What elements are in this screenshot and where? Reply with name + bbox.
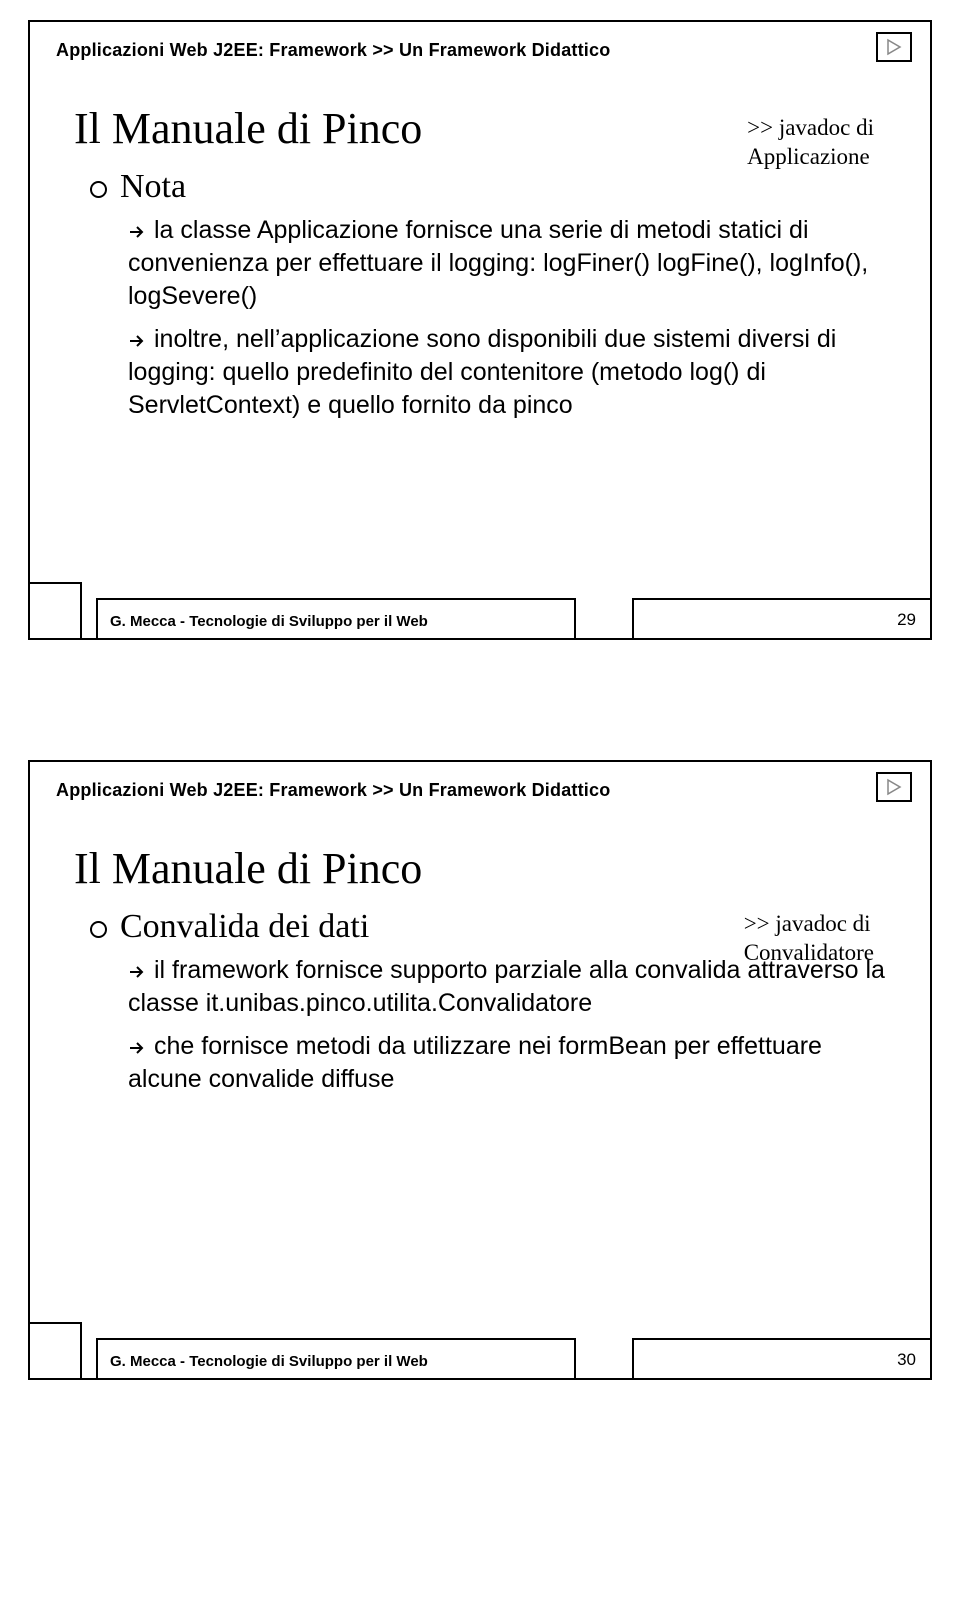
circle-bullet-icon — [90, 168, 120, 206]
bullet-l2-b-text: che fornisce metodi da utilizzare nei fo… — [128, 1032, 822, 1093]
arrow-right-icon — [128, 214, 146, 247]
nav-play-icon[interactable] — [876, 32, 912, 62]
nav-play-icon[interactable] — [876, 772, 912, 802]
bullet-l2-b: che fornisce metodi da utilizzare nei fo… — [128, 1030, 900, 1096]
bullet-l1-label: Convalida dei dati — [120, 908, 369, 946]
circle-bullet-icon — [90, 908, 120, 946]
tab-left-decor — [28, 1322, 82, 1380]
slide-29: Applicazioni Web J2EE: Framework >> Un F… — [28, 20, 932, 640]
javadoc-note: >> javadoc di Convalidatore — [744, 910, 874, 968]
arrow-right-icon — [128, 1030, 146, 1063]
javadoc-note-line1: >> javadoc di — [744, 911, 871, 936]
slide-footer: G. Mecca - Tecnologie di Sviluppo per il… — [110, 1353, 428, 1370]
tab-right-decor — [632, 1338, 932, 1380]
breadcrumb: Applicazioni Web J2EE: Framework >> Un F… — [56, 40, 910, 61]
page-title: Il Manuale di Pinco — [74, 843, 900, 894]
slide-footer: G. Mecca - Tecnologie di Sviluppo per il… — [110, 613, 428, 630]
bullet-l2-b: inoltre, nell’applicazione sono disponib… — [128, 323, 900, 422]
breadcrumb: Applicazioni Web J2EE: Framework >> Un F… — [56, 780, 910, 801]
bullet-l2-a: la classe Applicazione fornisce una seri… — [128, 214, 900, 313]
javadoc-note-line2: Applicazione — [747, 144, 870, 169]
tab-right-decor — [632, 598, 932, 640]
arrow-right-icon — [128, 954, 146, 987]
bullet-l1-label: Nota — [120, 168, 186, 206]
page-number: 30 — [897, 1350, 916, 1370]
tab-left-decor — [28, 582, 82, 640]
bullet-nota: Nota — [90, 168, 900, 206]
arrow-right-icon — [128, 323, 146, 356]
javadoc-note-line2: Convalidatore — [744, 940, 874, 965]
javadoc-note-line1: >> javadoc di — [747, 115, 874, 140]
bullet-l2-a-text: la classe Applicazione fornisce una seri… — [128, 216, 868, 310]
bullet-l2-b-text: inoltre, nell’applicazione sono disponib… — [128, 325, 836, 419]
page-number: 29 — [897, 610, 916, 630]
slide-30: Applicazioni Web J2EE: Framework >> Un F… — [28, 760, 932, 1380]
javadoc-note: >> javadoc di Applicazione — [747, 114, 874, 172]
